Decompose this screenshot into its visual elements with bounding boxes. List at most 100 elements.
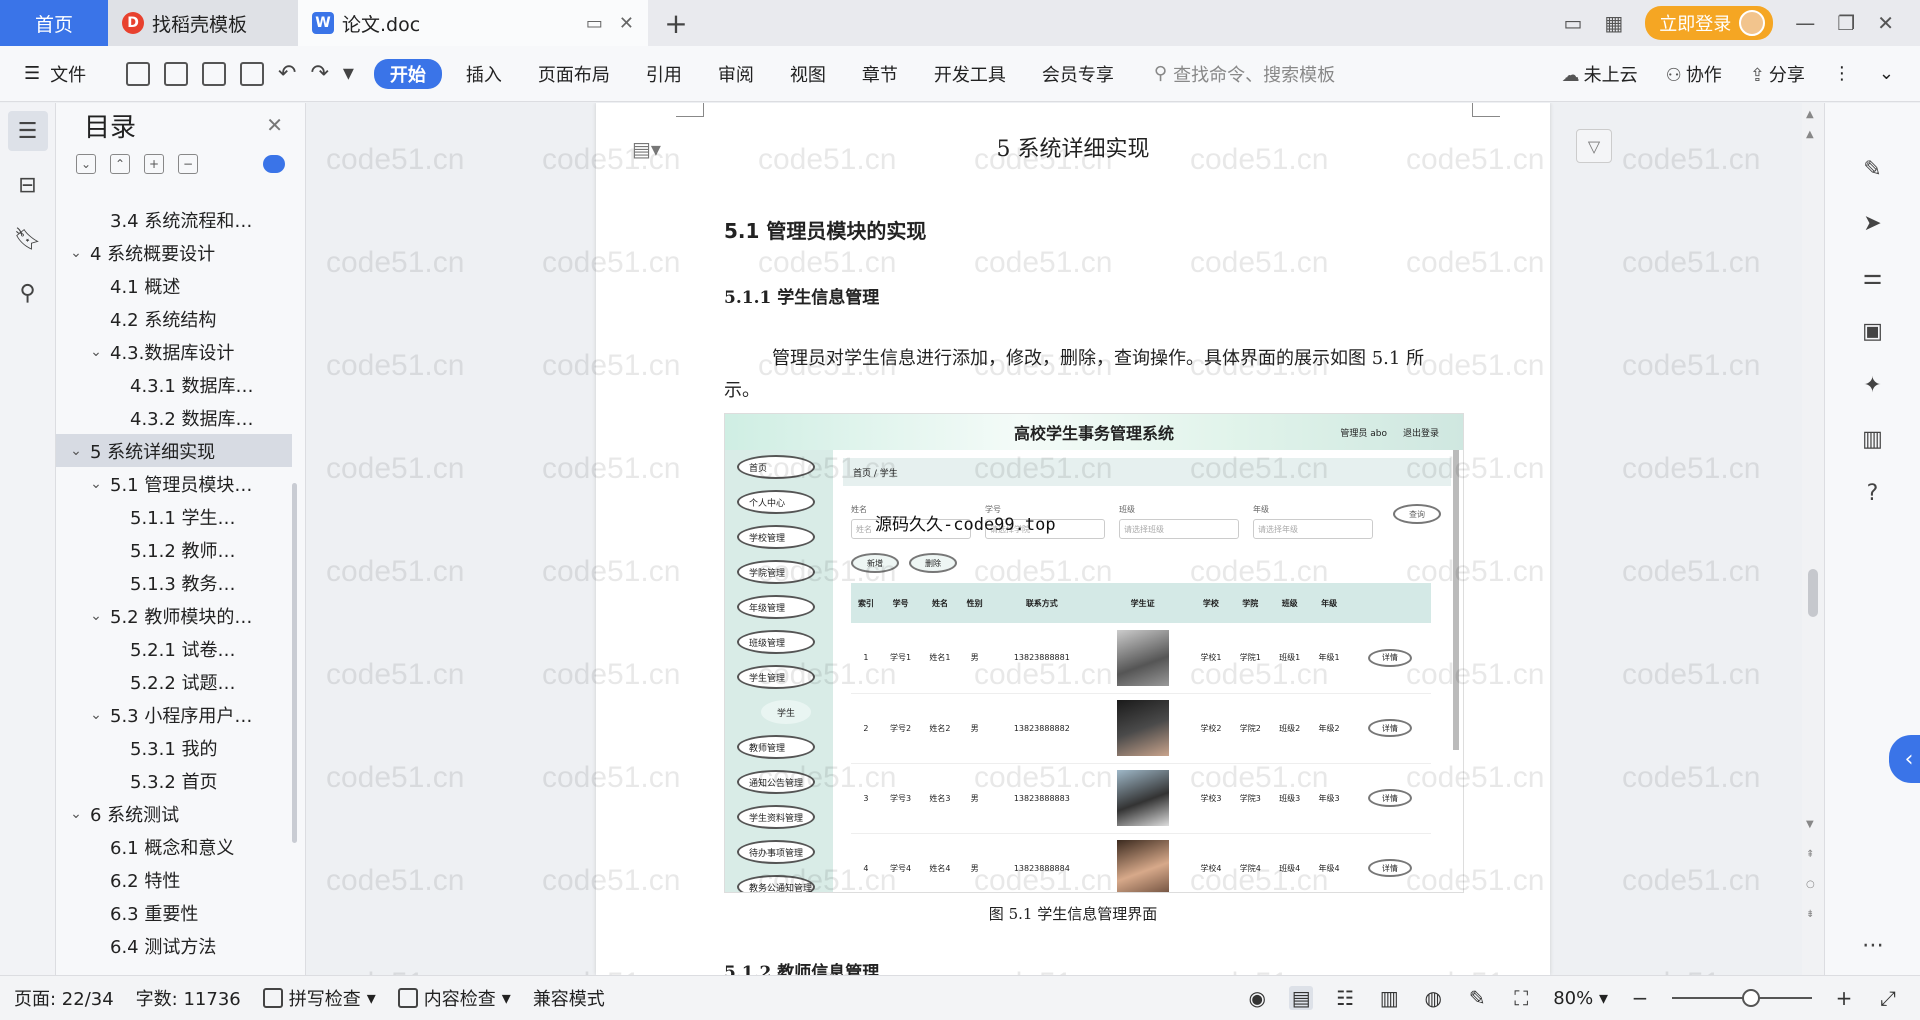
cloud-button[interactable]: ☁ 未上云	[1562, 61, 1638, 87]
toc-item[interactable]: 6.1 概念和意义	[56, 830, 292, 863]
toc-item[interactable]: 5.2.2 试题…	[56, 665, 292, 698]
close-window-icon[interactable]: ✕	[1877, 11, 1894, 35]
toc-item[interactable]: ⌄ 6 系统测试	[56, 797, 292, 830]
redo-icon[interactable]: ↷	[310, 61, 328, 86]
tab-page-layout[interactable]: 页面布局	[520, 61, 628, 87]
export-icon[interactable]	[164, 61, 188, 86]
close-icon[interactable]: ✕	[266, 113, 283, 137]
toc-item[interactable]: 3.4 系统流程和…	[56, 203, 292, 236]
reader-icon[interactable]: ▥	[1853, 419, 1893, 459]
toc-item[interactable]: 5.3.2 首页	[56, 764, 292, 797]
tab-chapter[interactable]: 章节	[844, 61, 916, 87]
zoom-slider[interactable]	[1672, 989, 1812, 1007]
tab-templates[interactable]: D 找稻壳模板	[108, 0, 298, 46]
toc-item[interactable]: 4.2 系统结构	[56, 302, 292, 335]
apps-grid-icon[interactable]: ▦	[1604, 11, 1623, 35]
chevron-down-icon[interactable]: ⌄	[88, 608, 104, 624]
scroll-up-icon[interactable]: ▲	[1806, 129, 1814, 140]
word-count[interactable]: 字数: 11736	[136, 985, 241, 1011]
collapse-panel-icon[interactable]: ‹	[1889, 735, 1920, 783]
command-search[interactable]: ⚲ 查找命令、搜索模板	[1154, 61, 1335, 87]
more-tools-icon[interactable]: ⋯	[1853, 925, 1893, 965]
image-icon[interactable]: ▣	[1853, 311, 1893, 351]
promote-icon[interactable]: +	[144, 154, 164, 174]
read-view-icon[interactable]: ▥	[1377, 986, 1401, 1010]
toc-item[interactable]: ⌄ 4.3.数据库设计	[56, 335, 292, 368]
page-counter[interactable]: 页面: 22/34	[14, 985, 114, 1011]
zoom-in-icon[interactable]: +	[1832, 986, 1856, 1010]
home-tab[interactable]: 首页	[0, 0, 108, 46]
toc-item[interactable]: 5.1.1 学生…	[56, 500, 292, 533]
scroll-top-icon[interactable]: ▲	[1806, 109, 1814, 120]
toc-item[interactable]: 6.2 特性	[56, 863, 292, 896]
toc-item[interactable]: 4.3.1 数据库…	[56, 368, 292, 401]
expand-icon[interactable]: ⌄	[76, 154, 96, 174]
fit-page-icon[interactable]: ⛶	[1509, 986, 1533, 1010]
select-browse-icon[interactable]: ○	[1806, 879, 1815, 890]
chevron-down-icon[interactable]: ⌄	[68, 443, 84, 459]
tab-view[interactable]: 视图	[772, 61, 844, 87]
toc-item[interactable]: ⌄ 5.3 小程序用户…	[56, 698, 292, 731]
prev-page-icon[interactable]: ⇞	[1806, 849, 1814, 860]
tab-developer[interactable]: 开发工具	[916, 61, 1024, 87]
sliders-icon[interactable]: ⚌	[1853, 257, 1893, 297]
tab-close-icon[interactable]: ✕	[619, 13, 634, 34]
toc-scrollbar[interactable]	[292, 483, 297, 843]
collapse-icon[interactable]: ⌃	[110, 154, 130, 174]
toc-item[interactable]: 5.1.3 教务…	[56, 566, 292, 599]
print-preview-icon[interactable]	[240, 61, 264, 86]
toc-item[interactable]: 5.2.1 试卷…	[56, 632, 292, 665]
ai-icon[interactable]: ✦	[1853, 365, 1893, 405]
zoom-slider-knob[interactable]	[1742, 989, 1760, 1007]
more-icon[interactable]: ⋮	[1833, 63, 1851, 84]
toc-item[interactable]: ⌄ 4 系统概要设计	[56, 236, 292, 269]
quick-access-dropdown-icon[interactable]: ▾	[343, 61, 354, 86]
toc-item[interactable]: ⌄ 5 系统详细实现	[56, 434, 292, 467]
restore-icon[interactable]: ❐	[1837, 11, 1855, 35]
collab-button[interactable]: ⚇ 协作	[1666, 61, 1722, 87]
chevron-down-icon[interactable]: ⌄	[88, 344, 104, 360]
tab-insert[interactable]: 插入	[448, 61, 520, 87]
toc-sync-toggle[interactable]	[263, 155, 285, 173]
scroll-down-icon[interactable]: ▼	[1806, 819, 1814, 830]
undo-icon[interactable]: ↶	[278, 61, 296, 86]
pointer-icon[interactable]: ➤	[1853, 203, 1893, 243]
tab-references[interactable]: 引用	[628, 61, 700, 87]
chevron-down-icon[interactable]: ⌄	[68, 245, 84, 261]
print-icon[interactable]	[202, 61, 226, 86]
layout-icon[interactable]: ▭	[1563, 11, 1582, 35]
login-button[interactable]: 立即登录	[1645, 6, 1774, 40]
bookmark-icon[interactable]: 🔖︎	[8, 219, 48, 259]
toc-item[interactable]: 6.4 测试方法	[56, 929, 292, 962]
tab-home[interactable]: 开始	[373, 58, 442, 89]
vertical-scrollbar[interactable]: ▲ ▲ ▼ ⇞ ○ ⇟	[1802, 103, 1824, 975]
toc-item[interactable]: 5.3.1 我的	[56, 731, 292, 764]
next-page-icon[interactable]: ⇟	[1806, 909, 1814, 920]
pen-icon[interactable]: ✎	[1853, 149, 1893, 189]
eye-protect-icon[interactable]: ◉	[1245, 986, 1269, 1010]
tab-float-icon[interactable]: ▭	[586, 13, 603, 34]
navigation-icon[interactable]: ⊟	[8, 165, 48, 205]
demote-icon[interactable]: −	[178, 154, 198, 174]
share-button[interactable]: ⇪ 分享	[1750, 61, 1805, 87]
scroll-thumb[interactable]	[1808, 569, 1818, 617]
toc-item[interactable]: 6.3 重要性	[56, 896, 292, 929]
new-tab-button[interactable]: +	[648, 0, 704, 46]
tab-document[interactable]: W 论文.doc ▭ ✕	[298, 0, 648, 46]
toc-item[interactable]: ⌄ 5.2 教师模块的…	[56, 599, 292, 632]
outline-view-icon[interactable]: ☷	[1333, 986, 1357, 1010]
toc-item[interactable]: ⌄ 5.1 管理员模块…	[56, 467, 292, 500]
toc-item[interactable]: 4.3.2 数据库…	[56, 401, 292, 434]
toc-panel-icon[interactable]: ☰	[7, 111, 48, 151]
help-icon[interactable]: ?	[1853, 473, 1893, 513]
chevron-down-icon[interactable]: ⌄	[68, 806, 84, 822]
write-mode-icon[interactable]: ✎	[1465, 986, 1489, 1010]
file-menu[interactable]: ☰ 文件	[0, 61, 112, 87]
save-icon[interactable]	[126, 61, 150, 86]
collapse-ribbon-icon[interactable]: ⌄	[1879, 63, 1894, 84]
page-view-icon[interactable]: ▤	[1289, 986, 1314, 1010]
zoom-out-icon[interactable]: −	[1628, 986, 1652, 1010]
tab-member[interactable]: 会员专享	[1024, 61, 1132, 87]
content-check-button[interactable]: 内容检查 ▾	[397, 985, 511, 1011]
find-icon[interactable]: ⚲	[8, 273, 48, 313]
